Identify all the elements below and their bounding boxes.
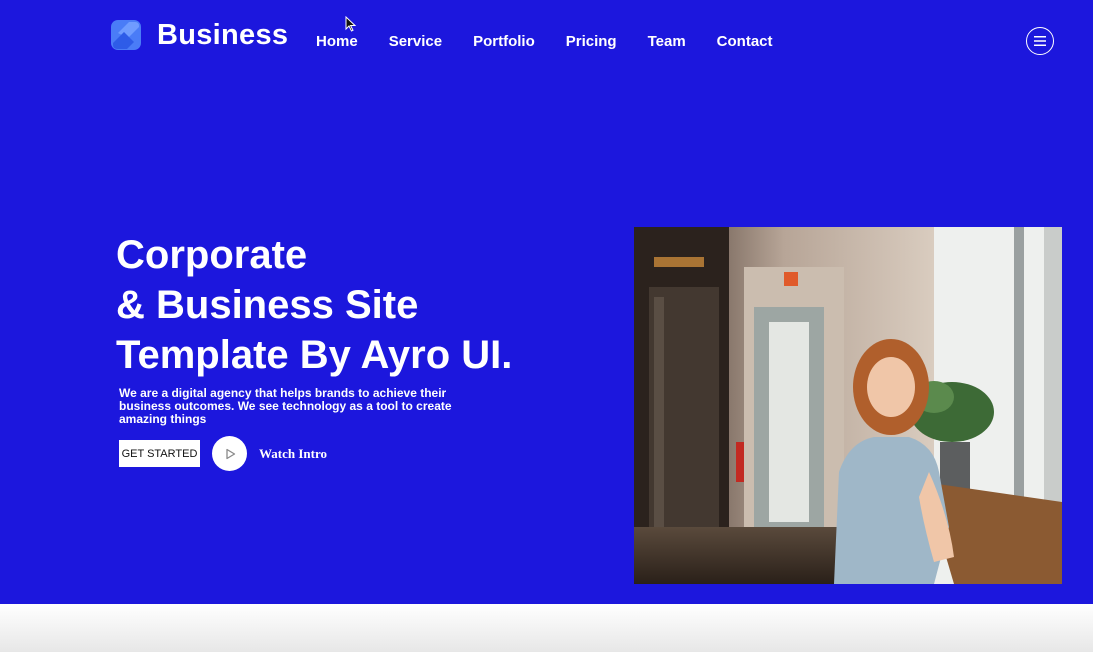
nav-contact[interactable]: Contact [717, 33, 773, 50]
brand-name: Business [157, 18, 289, 51]
s-logo-icon [111, 20, 141, 50]
play-icon [225, 448, 235, 459]
headline-line: Template By Ayro UI. [116, 333, 513, 377]
hamburger-icon [1034, 36, 1046, 46]
smiling-woman-in-office-photo [634, 227, 1062, 584]
hero-section: Business Home Service Portfolio Pricing … [0, 0, 1093, 604]
menu-button[interactable] [1026, 27, 1054, 55]
mouse-cursor-icon [345, 16, 357, 32]
nav-service[interactable]: Service [389, 33, 442, 50]
main-nav: Home Service Portfolio Pricing Team Cont… [316, 33, 804, 50]
nav-portfolio[interactable]: Portfolio [473, 33, 535, 50]
nav-pricing[interactable]: Pricing [566, 33, 617, 50]
headline-line: & Business Site [116, 283, 419, 327]
next-section [0, 604, 1093, 652]
cta-row: GET STARTED Watch Intro [119, 436, 327, 471]
get-started-button[interactable]: GET STARTED [119, 440, 200, 467]
nav-team[interactable]: Team [648, 33, 686, 50]
play-button[interactable] [212, 436, 247, 471]
headline-line: Corporate [116, 233, 308, 277]
nav-home[interactable]: Home [316, 33, 358, 50]
watch-intro-link[interactable]: Watch Intro [259, 446, 327, 462]
hero-description: We are a digital agency that helps brand… [119, 386, 452, 426]
brand-logo[interactable]: Business [109, 18, 288, 52]
hero-image [634, 227, 1062, 584]
hero-headline: Corporate & Business Site Template By Ay… [116, 230, 512, 380]
